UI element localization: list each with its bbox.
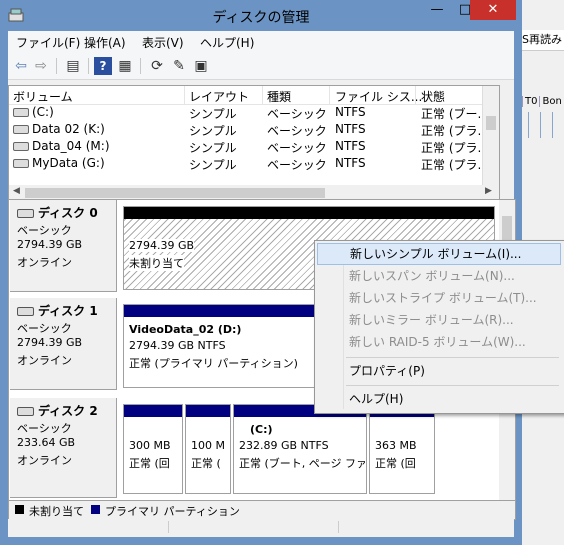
volume-row[interactable]: MyData (G:) シンプル ベーシック NTFS 正常 (プラ... <box>9 155 499 172</box>
background-columns: T0Bonk <box>522 96 564 112</box>
disk-1-label[interactable]: ディスク 1 ベーシック 2794.39 GB オンライン <box>10 298 117 390</box>
scroll-right-icon[interactable]: ▶ <box>485 186 492 196</box>
volume-row[interactable]: Data_04 (M:) シンプル ベーシック NTFS 正常 (プラ... <box>9 138 499 155</box>
help-topic-icon[interactable]: ▣ <box>192 57 210 75</box>
legend-primary: プライマリ パーティション <box>105 505 240 518</box>
console-tree-icon[interactable]: ▤ <box>64 57 82 75</box>
legend-unallocated: 未割り当て <box>29 505 84 518</box>
partition-c-drive[interactable]: (C:) 232.89 GB NTFS 正常 (ブート, ページ ファ <box>233 404 367 494</box>
background-bars <box>522 112 564 138</box>
scroll-left-icon[interactable]: ◀ <box>13 186 20 196</box>
volume-list-header: ボリューム レイアウト 種類 ファイル シス... 状態 <box>9 86 499 105</box>
menu-bar: ファイル(F) 操作(A) 表示(V) ヘルプ(H) <box>8 31 514 53</box>
back-icon[interactable]: ⇦ <box>12 57 30 75</box>
col-volume[interactable]: ボリューム <box>13 88 73 105</box>
partition-efi-100mb[interactable]: 100 M 正常 ( <box>185 404 231 494</box>
disk-0-label[interactable]: ディスク 0 ベーシック 2794.39 GB オンライン <box>10 200 117 292</box>
menu-properties[interactable]: プロパティ(P) <box>317 360 561 382</box>
volume-row[interactable]: (C:) シンプル ベーシック NTFS 正常 (ブー... <box>9 104 499 121</box>
menu-new-simple-volume[interactable]: 新しいシンプル ボリューム(I)... <box>317 243 561 265</box>
help-icon[interactable]: ? <box>94 57 112 75</box>
refresh-icon[interactable]: ⟳ <box>148 57 166 75</box>
menu-new-striped-volume[interactable]: 新しいストライプ ボリューム(T)... <box>317 287 561 309</box>
menu-file[interactable]: ファイル(F) <box>16 34 80 51</box>
disk-icon <box>17 407 34 416</box>
menu-view[interactable]: 表示(V) <box>142 34 184 51</box>
menu-new-spanned-volume[interactable]: 新しいスパン ボリューム(N)... <box>317 265 561 287</box>
toolbar: ⇦ ⇨ ▤ ? ▦ ⟳ ✎ ▣ <box>8 53 514 80</box>
drive-icon <box>13 125 29 134</box>
menu-new-raid5-volume[interactable]: 新しい RAID-5 ボリューム(W)... <box>317 331 561 353</box>
details-icon[interactable]: ▦ <box>116 57 134 75</box>
disk-icon <box>17 307 34 316</box>
col-status[interactable]: 状態 <box>421 88 445 105</box>
volume-list: ボリューム レイアウト 種類 ファイル シス... 状態 (C:) シンプル ベ… <box>8 85 500 187</box>
drive-icon <box>13 159 29 168</box>
partition-recovery-363mb[interactable]: 363 MB 正常 (回 <box>369 404 435 494</box>
drive-icon <box>13 142 29 151</box>
menu-new-mirrored-volume[interactable]: 新しいミラー ボリューム(R)... <box>317 309 561 331</box>
disk-2-label[interactable]: ディスク 2 ベーシック 233.64 GB オンライン <box>10 398 117 498</box>
status-bar <box>8 519 514 535</box>
context-menu: 新しいシンプル ボリューム(I)... 新しいスパン ボリューム(N)... 新… <box>314 240 564 414</box>
menu-help-item[interactable]: ヘルプ(H) <box>317 388 561 410</box>
col-type[interactable]: 種類 <box>267 88 291 105</box>
disk-icon <box>17 209 34 218</box>
forward-icon[interactable]: ⇨ <box>32 57 50 75</box>
primary-swatch <box>91 505 100 514</box>
properties-icon[interactable]: ✎ <box>170 57 188 75</box>
menu-help[interactable]: ヘルプ(H) <box>200 34 254 51</box>
drive-icon <box>13 108 29 117</box>
volume-row[interactable]: Data 02 (K:) シンプル ベーシック NTFS 正常 (プラ... <box>9 121 499 138</box>
unallocated-swatch <box>15 505 24 514</box>
volume-list-vscroll[interactable] <box>482 86 499 186</box>
partition-recovery-300mb[interactable]: 300 MB 正常 (回 <box>123 404 183 494</box>
legend: 未割り当て プライマリ パーティション <box>8 500 516 520</box>
close-button[interactable]: ✕ <box>470 0 516 20</box>
col-filesystem[interactable]: ファイル シス... <box>335 88 422 105</box>
col-layout[interactable]: レイアウト <box>189 88 249 105</box>
menu-action[interactable]: 操作(A) <box>84 34 126 51</box>
title-bar[interactable]: ディスクの管理 — □ ✕ <box>0 0 522 31</box>
